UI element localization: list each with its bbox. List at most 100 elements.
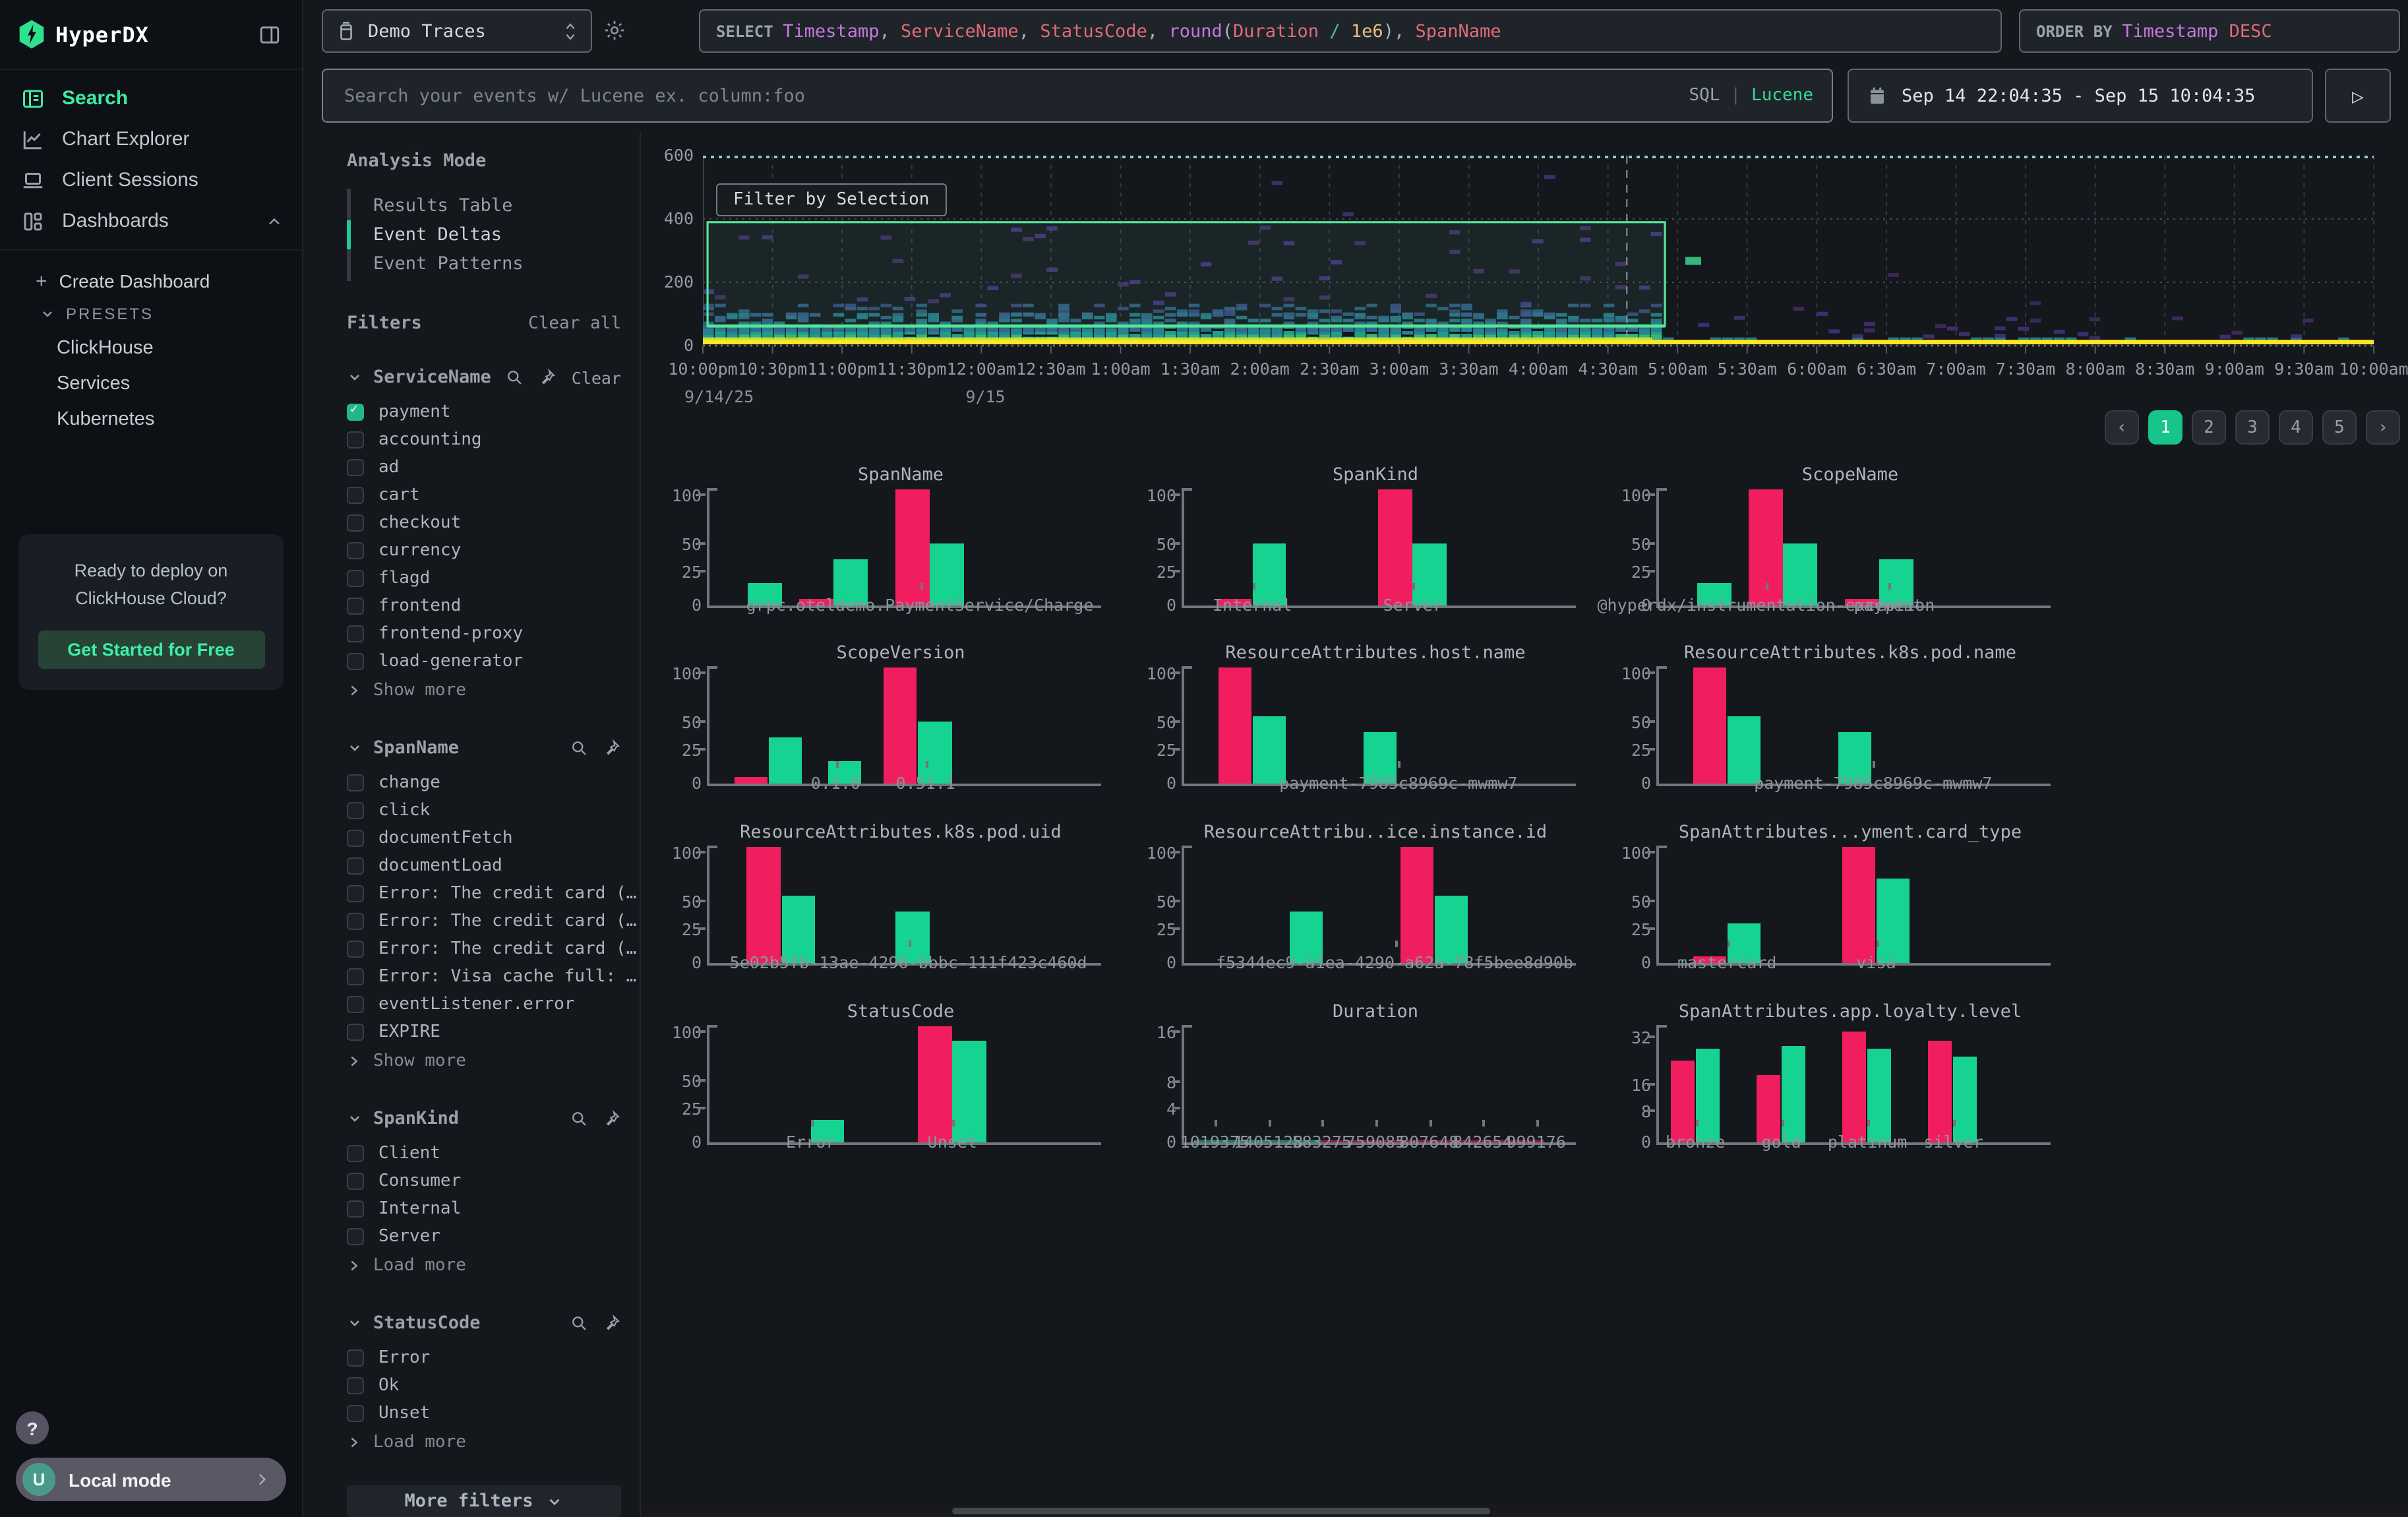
filter-checkbox-row[interactable]: documentLoad bbox=[347, 852, 621, 880]
language-sql[interactable]: SQL bbox=[1689, 86, 1720, 106]
filter-checkbox-row[interactable]: eventListener.error bbox=[347, 991, 621, 1018]
filter-checkbox-row[interactable]: checkout bbox=[347, 509, 621, 537]
presets-toggle[interactable]: PRESETS bbox=[0, 298, 302, 330]
data-source-select[interactable]: Demo Traces bbox=[322, 9, 592, 53]
filter-group-clear[interactable]: Clear bbox=[572, 367, 621, 387]
filter-group-header-servicename[interactable]: ServiceNameClear bbox=[347, 367, 621, 388]
checkbox-unchecked[interactable] bbox=[347, 487, 364, 504]
filter-checkbox-row[interactable]: Unset bbox=[347, 1400, 621, 1427]
pagination-prev[interactable]: ‹ bbox=[2105, 410, 2139, 445]
analysis-mode-event-deltas[interactable]: Event Deltas bbox=[351, 220, 621, 249]
bar-pink[interactable] bbox=[735, 776, 768, 784]
bar-green[interactable] bbox=[1782, 1046, 1805, 1142]
pagination-page-1[interactable]: 1 bbox=[2148, 410, 2182, 445]
filter-checkbox-row[interactable]: documentFetch bbox=[347, 824, 621, 852]
checkbox-unchecked[interactable] bbox=[347, 431, 364, 449]
bar-pink[interactable] bbox=[918, 1026, 951, 1142]
collapse-sidebar-icon[interactable] bbox=[258, 23, 281, 46]
filter-checkbox-row[interactable]: Consumer bbox=[347, 1167, 621, 1195]
checkbox-unchecked[interactable] bbox=[347, 1228, 364, 1245]
pagination-page-2[interactable]: 2 bbox=[2192, 410, 2226, 445]
checkbox-unchecked[interactable] bbox=[347, 802, 364, 819]
checkbox-unchecked[interactable] bbox=[347, 830, 364, 847]
checkbox-unchecked[interactable] bbox=[347, 774, 364, 791]
filter-checkbox-row[interactable]: Error: The credit card (… bbox=[347, 908, 621, 935]
bar-pink[interactable] bbox=[895, 489, 929, 605]
language-lucene[interactable]: Lucene bbox=[1751, 86, 1813, 106]
clear-all-filters[interactable]: Clear all bbox=[528, 313, 621, 333]
bar-pink[interactable] bbox=[1218, 667, 1251, 784]
user-menu[interactable]: U Local mode bbox=[16, 1458, 286, 1501]
pin-icon[interactable] bbox=[603, 739, 621, 757]
bar-pink[interactable] bbox=[1400, 847, 1434, 963]
run-query-button[interactable]: ▷ bbox=[2325, 69, 2391, 123]
time-range-picker[interactable]: Sep 14 22:04:35 - Sep 15 10:04:35 bbox=[1848, 69, 2313, 123]
filter-checkbox-row[interactable]: Internal bbox=[347, 1195, 621, 1223]
filter-group-header-statuscode[interactable]: StatusCode bbox=[347, 1313, 621, 1334]
checkbox-unchecked[interactable] bbox=[347, 1405, 364, 1422]
filter-checkbox-row[interactable]: Error bbox=[347, 1344, 621, 1372]
pagination-page-5[interactable]: 5 bbox=[2322, 410, 2357, 445]
checkbox-unchecked[interactable] bbox=[347, 459, 364, 476]
filter-checkbox-row[interactable]: Client bbox=[347, 1140, 621, 1167]
bar-pink[interactable] bbox=[1842, 1032, 1866, 1142]
checkbox-unchecked[interactable] bbox=[347, 941, 364, 958]
checkbox-unchecked[interactable] bbox=[347, 625, 364, 642]
checkbox-unchecked[interactable] bbox=[347, 996, 364, 1013]
order-by-editor[interactable]: ORDER BY Timestamp DESC bbox=[2019, 9, 2400, 53]
preset-item-clickhouse[interactable]: ClickHouse bbox=[0, 330, 302, 365]
filter-group-header-spankind[interactable]: SpanKind bbox=[347, 1108, 621, 1129]
pin-icon[interactable] bbox=[603, 1314, 621, 1332]
bar-green[interactable] bbox=[952, 1041, 986, 1142]
bar-pink[interactable] bbox=[884, 667, 917, 784]
checkbox-unchecked[interactable] bbox=[347, 968, 364, 985]
sidebar-item-search[interactable]: Search bbox=[0, 78, 302, 119]
filter-checkbox-row[interactable]: Server bbox=[347, 1223, 621, 1251]
checkbox-unchecked[interactable] bbox=[347, 913, 364, 930]
bar-pink[interactable] bbox=[1929, 1040, 1952, 1142]
bar-green[interactable] bbox=[1867, 1049, 1891, 1142]
checkbox-unchecked[interactable] bbox=[347, 598, 364, 615]
checkbox-unchecked[interactable] bbox=[347, 1173, 364, 1190]
analysis-mode-event-patterns[interactable]: Event Patterns bbox=[351, 249, 621, 278]
bar-green[interactable] bbox=[769, 738, 802, 784]
search-icon[interactable] bbox=[570, 1109, 588, 1128]
bar-pink[interactable] bbox=[1379, 489, 1412, 605]
pin-icon[interactable] bbox=[603, 1109, 621, 1128]
checkbox-unchecked[interactable] bbox=[347, 514, 364, 532]
filter-checkbox-row[interactable]: frontend-proxy bbox=[347, 620, 621, 648]
checkbox-unchecked[interactable] bbox=[347, 653, 364, 670]
filter-show-more[interactable]: Show more bbox=[347, 1047, 621, 1075]
filter-checkbox-row[interactable]: ad bbox=[347, 454, 621, 481]
filter-checkbox-row[interactable]: currency bbox=[347, 537, 621, 565]
sql-query-editor[interactable]: SELECT Timestamp, ServiceName, StatusCod… bbox=[699, 9, 2002, 53]
bar-pink[interactable] bbox=[1670, 1060, 1694, 1142]
filter-checkbox-row[interactable]: flagd bbox=[347, 565, 621, 592]
checkbox-unchecked[interactable] bbox=[347, 542, 364, 559]
gear-icon[interactable] bbox=[603, 18, 626, 42]
checkbox-unchecked[interactable] bbox=[347, 1349, 364, 1367]
filter-checkbox-row[interactable]: Error: Visa cache full: … bbox=[347, 963, 621, 991]
preset-item-services[interactable]: Services bbox=[0, 365, 302, 401]
search-input[interactable] bbox=[342, 84, 1675, 108]
filter-checkbox-row[interactable]: Error: The credit card (… bbox=[347, 880, 621, 908]
analysis-mode-results-table[interactable]: Results Table bbox=[351, 191, 621, 220]
filter-checkbox-row[interactable]: load-generator bbox=[347, 648, 621, 675]
checkbox-unchecked[interactable] bbox=[347, 1145, 364, 1162]
filter-checkbox-row[interactable]: click bbox=[347, 797, 621, 824]
sidebar-item-chart-explorer[interactable]: Chart Explorer bbox=[0, 119, 302, 160]
create-dashboard-button[interactable]: + Create Dashboard bbox=[0, 264, 302, 298]
search-icon[interactable] bbox=[506, 368, 524, 387]
filter-show-more[interactable]: Show more bbox=[347, 677, 621, 704]
scrollbar-thumb[interactable] bbox=[952, 1508, 1490, 1514]
checkbox-unchecked[interactable] bbox=[347, 1024, 364, 1041]
events-heatmap[interactable]: Filter by Selection bbox=[703, 156, 2374, 346]
filter-checkbox-row[interactable]: change bbox=[347, 769, 621, 797]
bar-pink[interactable] bbox=[1842, 847, 1875, 963]
bar-green[interactable] bbox=[1876, 879, 1910, 963]
filter-by-selection-button[interactable]: Filter by Selection bbox=[716, 183, 946, 216]
help-button[interactable]: ? bbox=[16, 1411, 49, 1444]
filter-checkbox-row[interactable]: Error: The credit card (… bbox=[347, 935, 621, 963]
horizontal-scrollbar[interactable] bbox=[641, 1505, 2408, 1517]
bar-pink[interactable] bbox=[747, 847, 781, 963]
